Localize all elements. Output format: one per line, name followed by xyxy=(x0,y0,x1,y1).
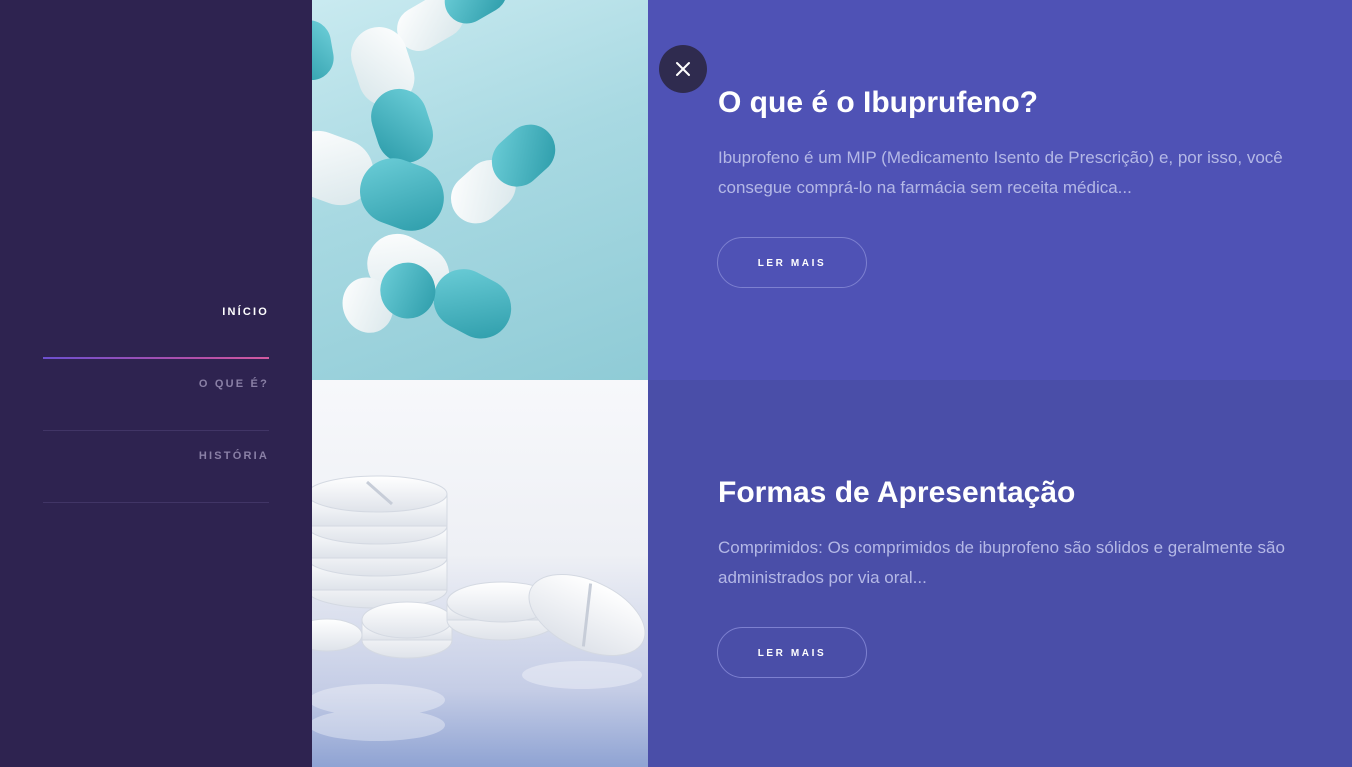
capsules-image xyxy=(312,0,648,380)
nav-item-o-que-e[interactable]: O QUE É? xyxy=(43,360,269,431)
capsules-illustration xyxy=(312,0,556,339)
nav-item-label: O QUE É? xyxy=(198,378,269,390)
nav-item-label: HISTÓRIA xyxy=(198,450,269,462)
card-title: O que é o Ibuprufeno? xyxy=(718,86,1038,119)
card-forms: Formas de Apresentação Comprimidos: Os c… xyxy=(648,380,1352,767)
sidebar: INÍCIO O QUE É? HISTÓRIA xyxy=(0,0,312,767)
page: INÍCIO O QUE É? HISTÓRIA O que é o Ibupr… xyxy=(0,0,1352,767)
nav-item-inicio[interactable]: INÍCIO xyxy=(43,288,269,359)
card-text: Comprimidos: Os comprimidos de ibuprofen… xyxy=(718,538,1285,587)
sidebar-nav: INÍCIO O QUE É? HISTÓRIA xyxy=(43,288,269,503)
card-what-is: O que é o Ibuprufeno? Ibuprofeno é um MI… xyxy=(648,0,1352,380)
tablets-image xyxy=(312,380,648,767)
nav-item-historia[interactable]: HISTÓRIA xyxy=(43,432,269,503)
close-button[interactable] xyxy=(659,45,707,93)
close-icon xyxy=(676,62,690,76)
tablets-illustration xyxy=(312,475,646,741)
card-title: Formas de Apresentação xyxy=(718,476,1076,509)
read-more-button[interactable]: LER MAIS xyxy=(717,627,867,678)
nav-item-label: INÍCIO xyxy=(222,306,269,318)
card-text: Ibuprofeno é um MIP (Medicamento Isento … xyxy=(718,148,1283,197)
read-more-button[interactable]: LER MAIS xyxy=(717,237,867,288)
